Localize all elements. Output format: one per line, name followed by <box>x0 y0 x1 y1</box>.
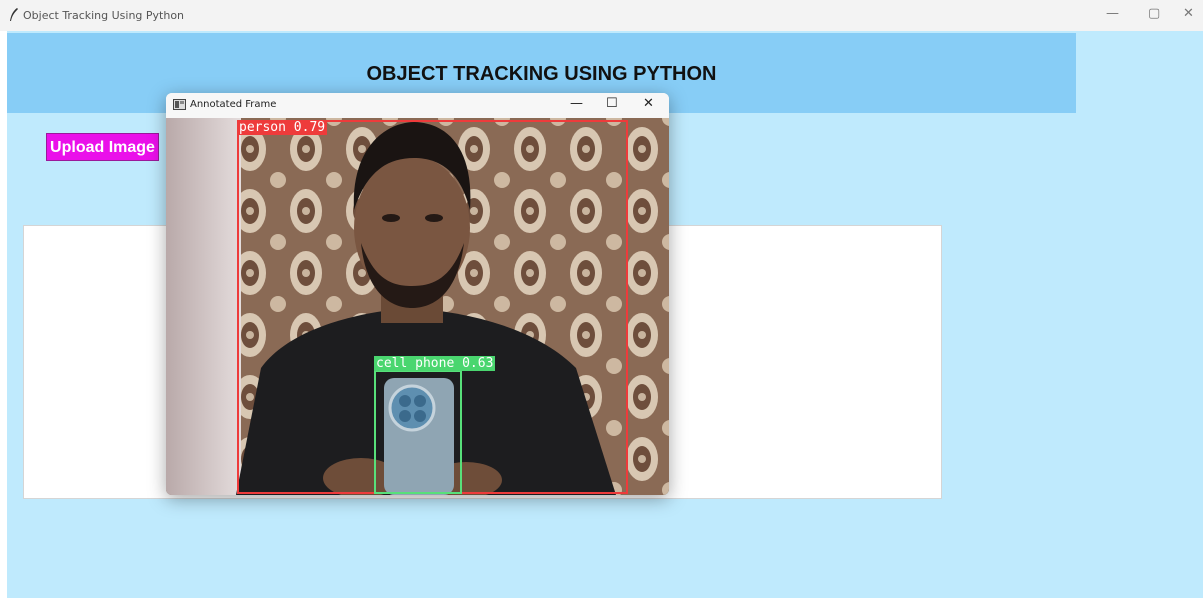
window-icon <box>173 99 186 110</box>
popup-close-button[interactable]: ✕ <box>643 96 654 111</box>
popup-title: Annotated Frame <box>190 99 277 110</box>
main-titlebar: Object Tracking Using Python — ▢ ✕ <box>0 0 1203 31</box>
close-button[interactable]: ✕ <box>1183 6 1194 21</box>
cell-phone-bounding-box <box>374 370 462 494</box>
window-title: Object Tracking Using Python <box>23 9 185 22</box>
feather-icon <box>10 8 18 21</box>
minimize-button[interactable]: — <box>1106 6 1119 21</box>
person-detection-label: person 0.79 <box>237 120 328 135</box>
page-title: OBJECT TRACKING USING PYTHON <box>366 63 717 85</box>
popup-titlebar[interactable]: Annotated Frame — ☐ ✕ <box>166 93 669 118</box>
annotated-frame-window: Annotated Frame — ☐ ✕ person 0.79 cell p… <box>166 93 669 495</box>
popup-maximize-button[interactable]: ☐ <box>606 96 618 111</box>
cell-phone-detection-label: cell phone 0.63 <box>374 356 496 371</box>
maximize-button[interactable]: ▢ <box>1148 6 1160 21</box>
camera-frame: person 0.79 cell phone 0.63 <box>166 118 669 495</box>
upload-image-button[interactable]: Upload Image <box>46 133 159 161</box>
popup-minimize-button[interactable]: — <box>570 96 583 111</box>
